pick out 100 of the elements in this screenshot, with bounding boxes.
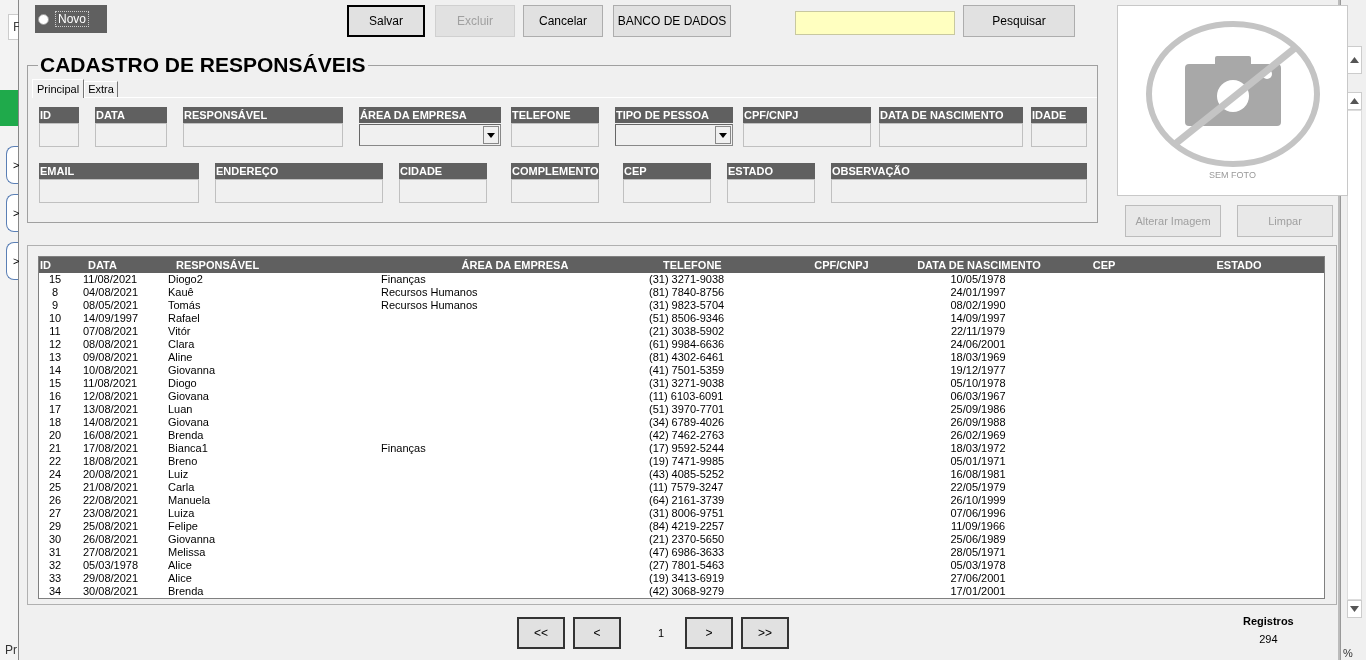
table-cell-text: 21/08/2021 [83,481,140,494]
table-cell-text: 17 [47,403,63,416]
status-text: Pr [4,643,17,659]
table-cell-text: 16/08/2021 [83,429,140,442]
table-cell-text: (21) 2370-5650 [649,533,726,546]
table-cell-text: 18/03/1969 [949,351,1007,364]
option-button[interactable]: Novo [35,5,107,33]
toolbar-button[interactable]: Salvar [347,5,425,37]
table-cell-text: (31) 9823-5704 [649,299,726,312]
pager-button[interactable]: >> [741,617,789,649]
no-camera-icon [1144,20,1321,168]
input-field[interactable] [183,123,343,147]
scroll-down-icon[interactable] [1347,600,1362,618]
field-label: DATA DE NASCIMENTO [879,107,1023,123]
toolbar-button[interactable]: Cancelar [523,5,603,37]
pager-button[interactable]: > [685,617,733,649]
table-cell-text: Giovana [168,416,210,429]
table-cell-text: (19) 7471-9985 [649,455,726,468]
column-header: TELEFONE [662,258,723,273]
table-cell-text: Carla [168,481,196,494]
input-field[interactable] [879,123,1023,147]
input-field[interactable] [39,179,199,203]
table-cell-text: (27) 7801-5463 [649,559,726,572]
option-label: Novo [55,11,89,27]
table-cell-text: 05/03/1978 [83,559,140,572]
table-cell-text: 8 [50,286,60,299]
table-cell-text: 15 [47,377,63,390]
input-field[interactable] [727,179,815,203]
field-label: EMAIL [39,163,199,179]
table-cell-text: (31) 3271-9038 [649,377,726,390]
table-cell-text: 27 [47,507,63,520]
table-cell-text: Brenda [168,429,205,442]
table-cell-text: (51) 3970-7701 [649,403,726,416]
table-cell-text: Giovana [168,390,210,403]
field-label: COMPLEMENTO [511,163,599,179]
table-cell-text: 11/09/1966 [949,520,1007,533]
field-label: IDADE [1031,107,1087,123]
table-cell-text: (81) 4302-6461 [649,351,726,364]
field-label: CEP [623,163,711,179]
column-header: ESTADO [1215,258,1263,273]
column-header: RESPONSÁVEL [175,258,261,273]
table-cell-text: 16/08/1981 [949,468,1007,481]
table-cell-text: 25/08/2021 [83,520,140,533]
table-cell-text: 15 [47,273,63,286]
toolbar-button[interactable]: BANCO DE DADOS [613,5,731,37]
tab[interactable]: Principal [32,79,85,98]
table-cell-text: 25/09/1986 [949,403,1007,416]
table-cell-text: 12 [47,338,63,351]
field-label: TIPO DE PESSOA [615,107,733,123]
input-field[interactable] [1031,123,1087,147]
table-cell-text: (41) 7501-5359 [649,364,726,377]
input-field[interactable] [511,123,599,147]
search-field[interactable] [795,11,955,35]
table-cell-text: (19) 3413-6919 [649,572,726,585]
input-field[interactable] [95,123,167,147]
table-cell-text: 05/01/1971 [949,455,1007,468]
input-field[interactable] [39,123,79,147]
table-cell-text: Breno [168,455,199,468]
pager-button[interactable]: < [573,617,621,649]
input-field[interactable] [215,179,383,203]
input-field[interactable] [623,179,711,203]
table-cell-text: 08/05/2021 [83,299,140,312]
table-cell-text: Luan [168,403,194,416]
table-cell-text: 29 [47,520,63,533]
table-cell-text: 04/08/2021 [83,286,140,299]
table-cell-text: 18/08/2021 [83,455,140,468]
input-field[interactable] [511,179,599,203]
column-header: CPF/CNPJ [813,258,870,273]
table-cell-text: 25 [47,481,63,494]
table-cell-text: 22 [47,455,63,468]
table-cell-text: 11 [48,325,62,338]
field-label: ID [39,107,79,123]
table-cell-text: 07/08/2021 [83,325,140,338]
table-cell-text: Aline [168,351,194,364]
field-label: CIDADE [399,163,487,179]
table-cell-text: (31) 3271-9038 [649,273,726,286]
input-field[interactable] [831,179,1087,203]
field-label: OBSERVAÇÃO [831,163,1087,179]
table-cell-text: 31 [47,546,63,559]
radio-icon[interactable] [38,13,49,25]
table-cell-text: 26/10/1999 [949,494,1007,507]
table-cell-text: (43) 4085-5252 [649,468,726,481]
dropdown-field[interactable] [615,124,733,146]
tab[interactable]: Extra [84,81,118,97]
records-label: Registros [1243,615,1294,627]
table-cell-text: (11) 7579-3247 [649,481,725,494]
form-title: CADASTRO DE RESPONSÁVEIS [39,53,367,77]
search-button[interactable]: Pesquisar [963,5,1075,37]
table-cell-text: 30 [47,533,63,546]
field-label: RESPONSÁVEL [183,107,343,123]
pager-button[interactable]: << [517,617,565,649]
input-field[interactable] [399,179,487,203]
dropdown-field[interactable] [359,124,501,146]
input-field[interactable] [743,123,871,147]
table-cell-text: (47) 6986-3633 [649,546,726,559]
table-cell-text: Luiz [168,468,190,481]
table-cell-text: Recursos Humanos [381,299,479,312]
table-cell-text: 06/03/1967 [949,390,1007,403]
table-cell-text: (81) 7840-8756 [649,286,726,299]
table-cell-text: 14/08/2021 [83,416,140,429]
